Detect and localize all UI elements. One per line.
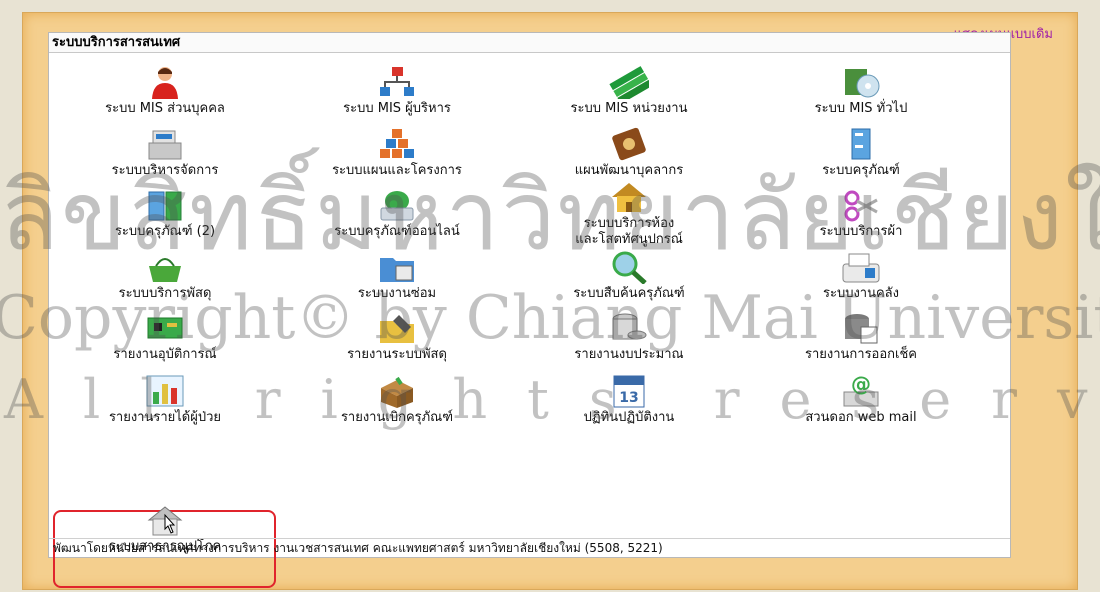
menu-item[interactable]: ระบบ MIS หน่วยงาน (513, 65, 745, 117)
house-icon (609, 180, 649, 214)
panel-title: ระบบบริการสารสนเทศ (49, 33, 1010, 53)
menu-item-label: ปฏิทินปฏิบัติงาน (583, 410, 675, 425)
menu-item[interactable]: ระบบ MIS ผู้บริหาร (281, 65, 513, 117)
cd-icon (841, 65, 881, 99)
database-icon (609, 311, 649, 345)
menu-item-label: สวนดอก web mail (805, 410, 917, 425)
menu-item[interactable]: ระบบครุภัณฑ์ (2) (49, 188, 281, 240)
menu-item-label: รายงานรายได้ผู้ป่วย (108, 410, 222, 425)
svg-text:13: 13 (619, 390, 638, 406)
menu-item-label: รายงานระบบพัสดุ (347, 347, 447, 362)
menu-item-label: ระบบบริการผ้า (819, 224, 903, 239)
menu-item[interactable]: @ สวนดอก web mail (745, 372, 977, 426)
svg-text:@: @ (851, 374, 871, 396)
menu-item[interactable]: ระบบบริการพัสดุ (49, 250, 281, 302)
menu-item-label: ระบบแผนและโครงการ (332, 163, 462, 178)
cabinet-pair-icon (145, 188, 185, 222)
menu-item[interactable]: รายงานระบบพัสดุ (281, 311, 513, 363)
folder-pen-icon (377, 311, 417, 345)
menu-item[interactable]: ระบบ MIS ทั่วไป (745, 65, 977, 117)
menu-item[interactable]: ระบบแผนและโครงการ (281, 127, 513, 179)
menu-item-label: รายงานงบประมาณ (574, 347, 684, 362)
footer-text: พัฒนาโดยหน่วยสารสนเทศทางการบริหาร งานเวช… (49, 538, 1010, 557)
menu-item-label: รายงานเบิกครุภัณฑ์ (340, 410, 454, 425)
org-chart-icon (377, 65, 417, 99)
menu-item-label: ระบบ MIS ส่วนบุคคล (105, 101, 225, 116)
cash-register-icon (145, 127, 185, 161)
menu-item-label: ระบบสืบค้นครุภัณฑ์ (573, 286, 685, 301)
menu-item[interactable]: ระบบสืบค้นครุภัณฑ์ (513, 250, 745, 302)
menu-item[interactable]: ระบบงานคลัง (745, 250, 977, 302)
menu-item-label: ระบบครุภัณฑ์ (822, 163, 900, 178)
menu-item-label: ระบบงานคลัง (822, 286, 899, 301)
menu-item[interactable]: ระบบบริการผ้า (745, 188, 977, 240)
cabinet-icon (841, 127, 881, 161)
menu-item[interactable]: ระบบบริการห้อง และโสตทัศนูปกรณ์ (513, 180, 745, 248)
menu-item[interactable]: ระบบครุภัณฑ์ออนไลน์ (281, 188, 513, 240)
box-icon (377, 374, 417, 408)
menu-item-label: รายงานอุบัติการณ์ (113, 347, 217, 362)
menu-item[interactable]: รายงานเบิกครุภัณฑ์ (281, 374, 513, 426)
server-icon (841, 311, 881, 345)
drive-online-icon (377, 188, 417, 222)
menu-item-label: ระบบ MIS หน่วยงาน (570, 101, 688, 116)
books-icon (609, 65, 653, 104)
bar-chart-icon (145, 374, 185, 408)
blocks-icon (377, 127, 417, 161)
menu-item[interactable]: รายงานงบประมาณ (513, 311, 745, 363)
menu-item-label: ระบบงานซ่อม (357, 286, 437, 301)
menu-item-label: ระบบบริการพัสดุ (118, 286, 212, 301)
menu-item-label: ระบบ MIS ผู้บริหาร (343, 101, 451, 116)
menu-item-label: รายงานการออกเช็ค (804, 347, 918, 362)
menu-item[interactable]: 13 ปฏิทินปฏิบัติงาน (513, 374, 745, 426)
menu-item-label: ระบบครุภัณฑ์ (2) (114, 224, 216, 239)
circuit-board-icon (145, 311, 185, 345)
menu-item-label: ระบบ MIS ทั่วไป (814, 101, 908, 116)
menu-item[interactable]: ระบบครุภัณฑ์ (745, 127, 977, 179)
menu-item-label: ระบบบริหารจัดการ (111, 163, 219, 178)
address-book-icon (609, 127, 649, 161)
menu-item-label: ระบบครุภัณฑ์ออนไลน์ (334, 224, 460, 239)
menu-item[interactable]: รายงานรายได้ผู้ป่วย (49, 374, 281, 426)
calendar-icon: 13 (609, 374, 649, 408)
person-icon (145, 65, 185, 99)
menu-item[interactable]: รายงานการออกเช็ค (745, 311, 977, 363)
menu-item[interactable]: ระบบ MIS ส่วนบุคคล (49, 65, 281, 117)
house-cursor-icon (145, 503, 185, 537)
menu-item[interactable]: แผนพัฒนาบุคลากร (513, 127, 745, 179)
scissors-icon (841, 188, 881, 222)
folder-tools-icon (377, 250, 417, 284)
menu-panel: ระบบบริการสารสนเทศ ระบบ MIS ส่วนบุคคลระบ… (48, 32, 1011, 588)
fax-icon (841, 250, 881, 284)
menu-item[interactable]: รายงานอุบัติการณ์ (49, 311, 281, 363)
menu-item-label: แผนพัฒนาบุคลากร (574, 163, 684, 178)
basket-icon (145, 250, 185, 284)
menu-item[interactable]: ระบบบริหารจัดการ (49, 127, 281, 179)
menu-item-label: ระบบบริการห้อง และโสตทัศนูปกรณ์ (575, 216, 683, 247)
email-icon: @ (841, 372, 881, 408)
menu-item[interactable]: ระบบงานซ่อม (281, 250, 513, 302)
magnifier-icon (609, 250, 649, 285)
